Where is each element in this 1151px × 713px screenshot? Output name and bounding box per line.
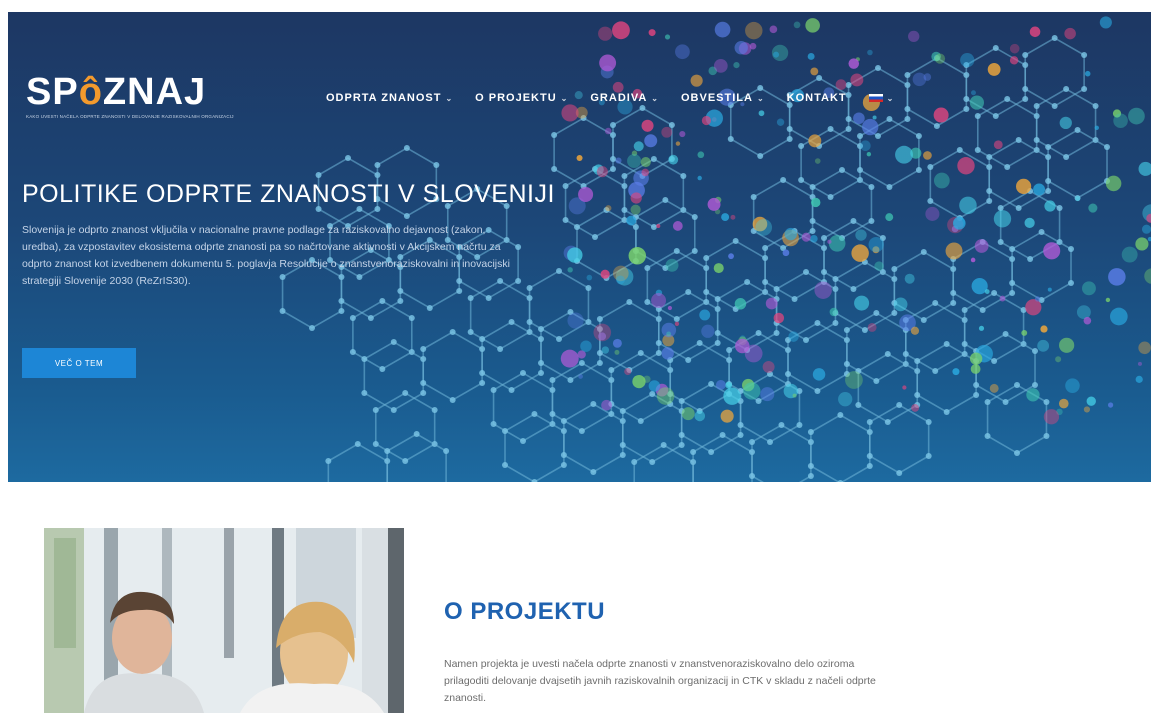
section-title-o-projektu: O PROJEKTU (444, 598, 606, 625)
logo-wordmark: SPôZNAJ (26, 71, 207, 113)
chevron-down-icon: ⌄ (886, 93, 895, 103)
nav-item-kontakt[interactable]: KONTAKT (787, 92, 847, 104)
nav-item-gradiva[interactable]: GRADIVA ⌄ (590, 92, 659, 104)
slovenian-flag-icon (868, 94, 883, 102)
padlock-o-icon: ô (78, 71, 103, 113)
hero-description: Slovenija je odprto znanost vključila v … (22, 224, 510, 287)
site-logo[interactable]: SPôZNAJ KAKO UVESTI NAČELA ODPRTE ZNANOS… (26, 72, 236, 130)
hero-title: POLITIKE ODPRTE ZNANOSTI V SLOVENIJI (22, 180, 555, 208)
nav-item-label: GRADIVA (590, 92, 648, 104)
language-switcher[interactable]: ⌄ (868, 93, 895, 103)
logo-tagline: KAKO UVESTI NAČELA ODPRTE ZNANOSTI V DEL… (26, 114, 234, 119)
nav-item-label: ODPRTA ZNANOST (326, 92, 442, 104)
hero-banner: SPôZNAJ KAKO UVESTI NAČELA ODPRTE ZNANOS… (8, 12, 1151, 482)
people-in-office-image (44, 528, 404, 713)
nav-item-label: KONTAKT (786, 92, 847, 104)
main-navigation: ODPRTA ZNANOST ⌄ O PROJEKTU ⌄ GRADIVA ⌄ … (326, 92, 916, 104)
chevron-down-icon: ⌄ (445, 93, 454, 103)
nav-item-label: O PROJEKTU (475, 92, 557, 104)
nav-item-o-projektu[interactable]: O PROJEKTU ⌄ (475, 92, 568, 104)
chevron-down-icon: ⌄ (651, 93, 659, 103)
chevron-down-icon: ⌄ (756, 93, 765, 103)
team-photo (44, 528, 404, 713)
section-description: Namen projekta je uvesti načela odprte z… (444, 658, 876, 704)
nav-item-obvestila[interactable]: OBVESTILA ⌄ (681, 92, 765, 104)
chevron-down-icon: ⌄ (560, 93, 569, 103)
nav-item-odprta-znanost[interactable]: ODPRTA ZNANOST ⌄ (326, 92, 453, 104)
nav-item-label: OBVESTILA (681, 92, 753, 104)
learn-more-button[interactable]: VEČ O TEM (22, 348, 136, 378)
